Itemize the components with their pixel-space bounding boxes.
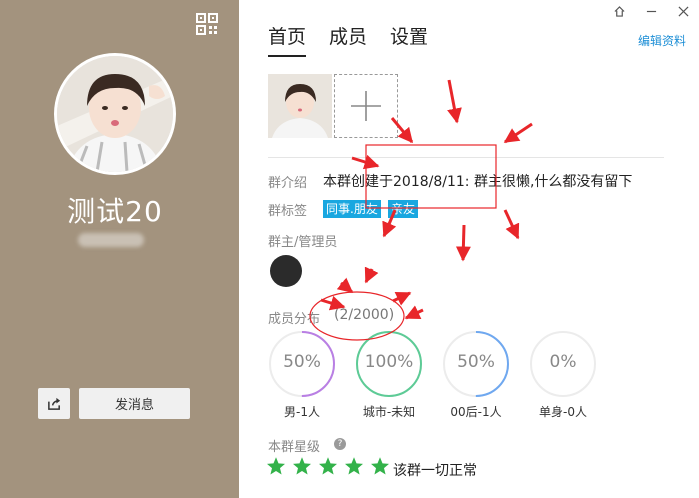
annotation-arrow bbox=[503, 122, 533, 144]
annotation-arrow bbox=[447, 79, 462, 124]
pin-icon[interactable] bbox=[603, 0, 635, 22]
star-icon bbox=[371, 457, 389, 475]
ring-single[interactable]: 0% bbox=[529, 330, 597, 398]
intro-text: 本群创建于2018/8/11: 群主很懒,什么都没有留下 bbox=[323, 174, 633, 190]
ring-city[interactable]: 100% bbox=[355, 330, 423, 398]
star-level-label: 本群星级 bbox=[268, 440, 321, 455]
edit-profile-link[interactable]: 编辑资料 bbox=[638, 32, 686, 49]
help-icon[interactable]: ? bbox=[334, 438, 346, 450]
ring-value: 0% bbox=[549, 352, 577, 372]
intro-label: 群介绍 bbox=[268, 176, 308, 191]
ring-value: 50% bbox=[283, 352, 321, 372]
tags-label: 群标签 bbox=[268, 204, 308, 219]
group-avatar[interactable] bbox=[54, 53, 176, 175]
group-status-text: 该群一切正常 bbox=[393, 463, 477, 479]
distribution-label: 成员分布 bbox=[268, 312, 321, 327]
annotation-arrow bbox=[503, 209, 520, 240]
tab-members[interactable]: 成员 bbox=[329, 22, 367, 57]
send-message-button[interactable]: 发消息 bbox=[79, 388, 190, 419]
ring-value: 100% bbox=[364, 352, 414, 372]
star-icon bbox=[267, 457, 285, 475]
share-button[interactable] bbox=[38, 388, 70, 419]
annotation-arrow bbox=[364, 266, 379, 284]
group-name: 测试20 bbox=[67, 195, 163, 228]
ring-caption: 男-1人 bbox=[284, 405, 320, 419]
admin-avatar[interactable] bbox=[270, 255, 302, 287]
tag-item[interactable]: 同事.朋友 bbox=[323, 200, 381, 218]
window-controls bbox=[603, 0, 699, 24]
star-icon bbox=[319, 457, 337, 475]
ring-value: 50% bbox=[457, 352, 495, 372]
annotation-arrow bbox=[336, 277, 354, 294]
ring-caption: 城市-未知 bbox=[362, 405, 416, 419]
close-icon[interactable] bbox=[667, 0, 699, 22]
star-icon bbox=[345, 457, 363, 475]
divider bbox=[268, 157, 664, 158]
minimize-icon[interactable] bbox=[635, 0, 667, 22]
group-id-blurred bbox=[78, 233, 144, 247]
ring-age[interactable]: 50% bbox=[442, 330, 510, 398]
add-photo-button[interactable] bbox=[334, 74, 398, 138]
star-icon bbox=[293, 457, 311, 475]
annotation-arrow bbox=[351, 154, 380, 170]
ring-caption: 单身-0人 bbox=[539, 405, 587, 419]
tab-settings[interactable]: 设置 bbox=[390, 22, 428, 57]
annotation-arrow bbox=[392, 291, 412, 306]
qr-code-icon[interactable] bbox=[196, 13, 218, 35]
annotation-arrow bbox=[320, 295, 346, 311]
group-photo[interactable] bbox=[268, 74, 332, 138]
admin-label: 群主/管理员 bbox=[268, 235, 338, 250]
star-rating bbox=[266, 456, 395, 476]
tab-home[interactable]: 首页 bbox=[268, 22, 307, 57]
ring-caption: 00后-1人 bbox=[450, 405, 502, 419]
tab-bar: 首页 成员 设置 bbox=[268, 22, 428, 57]
share-icon bbox=[47, 397, 60, 410]
profile-panel: 测试20 发消息 bbox=[0, 0, 239, 498]
member-count: (2/2000) bbox=[334, 307, 395, 323]
tag-item[interactable]: 亲友 bbox=[388, 200, 419, 218]
annotation-arrow bbox=[455, 224, 471, 262]
ring-gender[interactable]: 50% bbox=[268, 330, 336, 398]
annotation-arrow bbox=[404, 305, 424, 320]
plus-icon bbox=[351, 91, 381, 121]
